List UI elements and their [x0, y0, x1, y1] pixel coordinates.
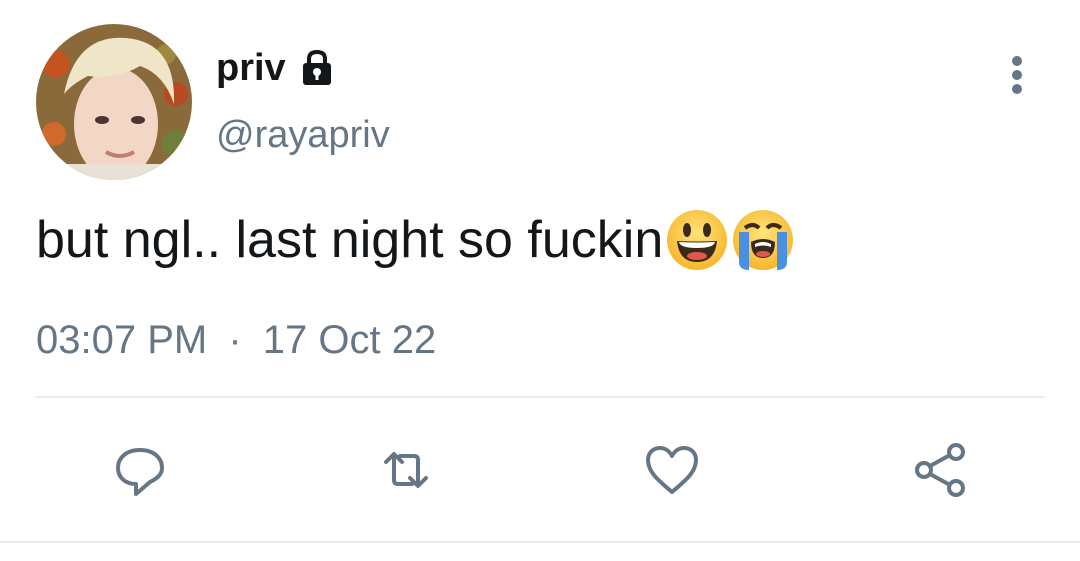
- share-icon: [915, 443, 965, 497]
- loudly-crying-face-emoji: [731, 208, 795, 272]
- like-button[interactable]: [640, 438, 704, 502]
- display-name-row: priv: [216, 42, 338, 94]
- tweet-date: 17 Oct 22: [262, 318, 437, 362]
- reply-button[interactable]: [108, 438, 172, 502]
- divider: [36, 396, 1044, 398]
- reply-icon: [116, 448, 164, 496]
- tweet-timestamp[interactable]: 03:07 PM · 17 Oct 22: [36, 316, 436, 364]
- display-name[interactable]: priv: [216, 49, 286, 87]
- tweet-time: 03:07 PM: [36, 318, 208, 362]
- user-handle[interactable]: @rayapriv: [216, 116, 390, 154]
- avatar[interactable]: [36, 24, 192, 180]
- more-vertical-icon: [1012, 56, 1022, 94]
- more-options-button[interactable]: [996, 50, 1038, 100]
- retweet-button[interactable]: [374, 438, 438, 502]
- tweet-text: but ngl.. last night so fuckin: [36, 211, 664, 269]
- divider: [0, 541, 1080, 543]
- lock-icon: [296, 47, 338, 89]
- tweet-text-row: but ngl.. last night so fuckin: [36, 208, 795, 272]
- meta-separator: ·: [228, 318, 242, 362]
- avatar-photo: [36, 24, 192, 180]
- share-button[interactable]: [908, 438, 972, 502]
- retweet-icon: [384, 452, 428, 488]
- grinning-face-emoji: [665, 208, 729, 272]
- heart-icon: [646, 446, 698, 494]
